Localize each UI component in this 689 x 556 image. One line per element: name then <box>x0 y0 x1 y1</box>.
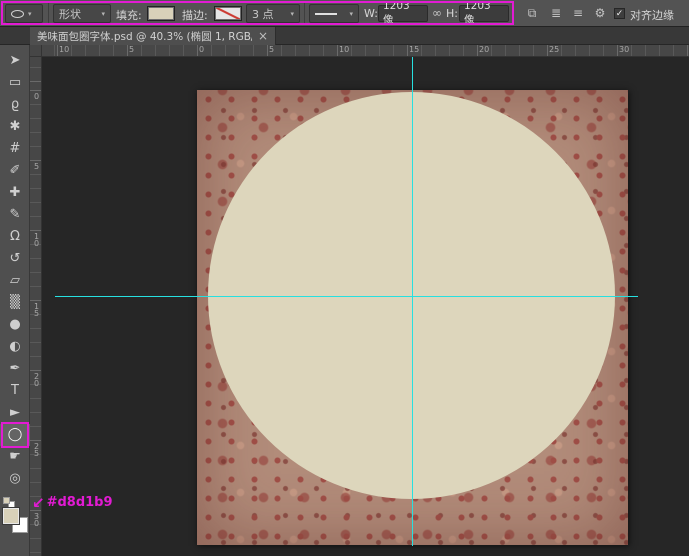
ruler-left: 0 5 10 15 20 25 30 <box>30 57 42 556</box>
ruler-top-label: 5 <box>269 45 274 54</box>
horizontal-guide[interactable] <box>55 296 638 297</box>
photoshop-window: ▾ 形状 ▾ 填充: 描边: 3 点 ▾ ▾ W: 1203 像 ∞ H: 12… <box>0 0 689 556</box>
align-edges-checkbox[interactable]: ✓ <box>614 8 625 19</box>
fill-color-swatch[interactable] <box>147 6 175 21</box>
height-input[interactable]: 1203 像 <box>459 5 509 22</box>
toolbar-tools: ➤▭ϱ✱#✐✚✎Ω↺▱▒●◐✒T►◯☛◎ <box>0 45 29 490</box>
link-dimensions-icon[interactable]: ∞ <box>429 5 445 22</box>
chevron-down-icon: ▾ <box>28 10 32 18</box>
crop-tool[interactable]: # <box>0 138 30 160</box>
chevron-down-icon: ▾ <box>349 10 353 18</box>
marquee-tool[interactable]: ▭ <box>0 72 30 94</box>
document-tab-title: 美味面包圈字体.psd @ 40.3% (椭圆 1, RGB/8*) <box>37 29 252 44</box>
zoom-tool[interactable]: ◎ <box>0 468 30 490</box>
close-icon[interactable]: × <box>258 29 268 43</box>
ruler-left-label: 5 <box>32 162 41 169</box>
ruler-left-label: 15 <box>32 302 41 316</box>
quick-selection-tool[interactable]: ✱ <box>0 116 30 138</box>
stroke-color-swatch[interactable] <box>214 6 242 21</box>
ruler-top-label: 15 <box>409 45 419 54</box>
chevron-down-icon: ▾ <box>290 10 294 18</box>
ruler-top-label: 5 <box>129 45 134 54</box>
ruler-corner <box>30 45 42 57</box>
gear-icon[interactable]: ⚙ <box>590 5 610 22</box>
path-alignment-icon[interactable]: ≣ <box>546 5 566 22</box>
mini-foreground-swatch[interactable] <box>3 497 10 504</box>
tool-preset-picker[interactable]: ▾ <box>5 4 43 23</box>
height-value: 1203 像 <box>464 0 504 27</box>
ruler-top-label: 30 <box>619 45 629 54</box>
solid-line-icon <box>315 13 337 15</box>
arrow-icon: ↙ <box>32 496 45 510</box>
ruler-top-label: 0 <box>199 45 204 54</box>
path-arrangement-icon[interactable]: ≡ <box>568 5 588 22</box>
blur-tool[interactable]: ● <box>0 314 30 336</box>
eraser-tool[interactable]: ▱ <box>0 270 30 292</box>
toolbar: ➤▭ϱ✱#✐✚✎Ω↺▱▒●◐✒T►◯☛◎ <box>0 45 30 556</box>
tab-bar: 美味面包圈字体.psd @ 40.3% (椭圆 1, RGB/8*) × <box>0 27 689 45</box>
canvas-area[interactable] <box>42 57 689 556</box>
separator <box>48 3 49 24</box>
width-value: 1203 像 <box>383 0 423 27</box>
vertical-guide[interactable] <box>412 57 413 546</box>
stroke-style-select[interactable]: ▾ <box>309 4 359 23</box>
options-bar: ▾ 形状 ▾ 填充: 描边: 3 点 ▾ ▾ W: 1203 像 ∞ H: 12… <box>0 0 689 27</box>
document-tab[interactable]: 美味面包圈字体.psd @ 40.3% (椭圆 1, RGB/8*) × <box>30 27 276 45</box>
align-edges-label: 对齐边缘 <box>630 7 674 23</box>
width-input[interactable]: 1203 像 <box>378 5 428 22</box>
color-hex-text: #d8d1b9 <box>47 495 113 510</box>
type-tool[interactable]: T <box>0 380 30 402</box>
pen-tool[interactable]: ✒ <box>0 358 30 380</box>
ruler-top-label: 20 <box>479 45 489 54</box>
foreground-color-swatch[interactable] <box>3 508 19 524</box>
ellipse-tool[interactable]: ◯ <box>0 424 30 446</box>
height-label: H: <box>446 7 458 20</box>
width-label: W: <box>364 7 378 20</box>
eyedropper-tool[interactable]: ✐ <box>0 160 30 182</box>
tool-mode-select[interactable]: 形状 ▾ <box>53 4 111 23</box>
ruler-left-label: 10 <box>32 232 41 246</box>
path-selection-tool[interactable]: ► <box>0 402 30 424</box>
separator <box>304 3 305 24</box>
dodge-tool[interactable]: ◐ <box>0 336 30 358</box>
hand-tool[interactable]: ☛ <box>0 446 30 468</box>
chevron-down-icon: ▾ <box>101 10 105 18</box>
history-brush-tool[interactable]: ↺ <box>0 248 30 270</box>
ruler-left-label: 20 <box>32 372 41 386</box>
ruler-left-label: 0 <box>32 92 41 99</box>
brush-tool[interactable]: ✎ <box>0 204 30 226</box>
tool-mode-value: 形状 <box>59 6 81 22</box>
ruler-top-label: 10 <box>59 45 69 54</box>
ruler-top-label: 25 <box>549 45 559 54</box>
ruler-left-label: 30 <box>32 512 41 526</box>
gradient-tool[interactable]: ▒ <box>0 292 30 314</box>
stroke-label: 描边: <box>182 7 208 23</box>
color-hex-annotation: ↙ #d8d1b9 <box>32 495 113 510</box>
lasso-tool[interactable]: ϱ <box>0 94 30 116</box>
path-operations-icon[interactable]: ⧉ <box>522 5 542 22</box>
healing-brush-tool[interactable]: ✚ <box>0 182 30 204</box>
fill-label: 填充: <box>116 7 142 23</box>
ellipse-tool-icon <box>11 10 24 18</box>
ruler-left-label: 25 <box>32 442 41 456</box>
move-tool[interactable]: ➤ <box>0 50 30 72</box>
ruler-top: 10505101520253035 <box>42 45 689 57</box>
clone-stamp-tool[interactable]: Ω <box>0 226 30 248</box>
ruler-top-label: 10 <box>339 45 349 54</box>
stroke-width-value: 3 点 <box>252 6 274 22</box>
stroke-width-input[interactable]: 3 点 ▾ <box>246 4 300 23</box>
